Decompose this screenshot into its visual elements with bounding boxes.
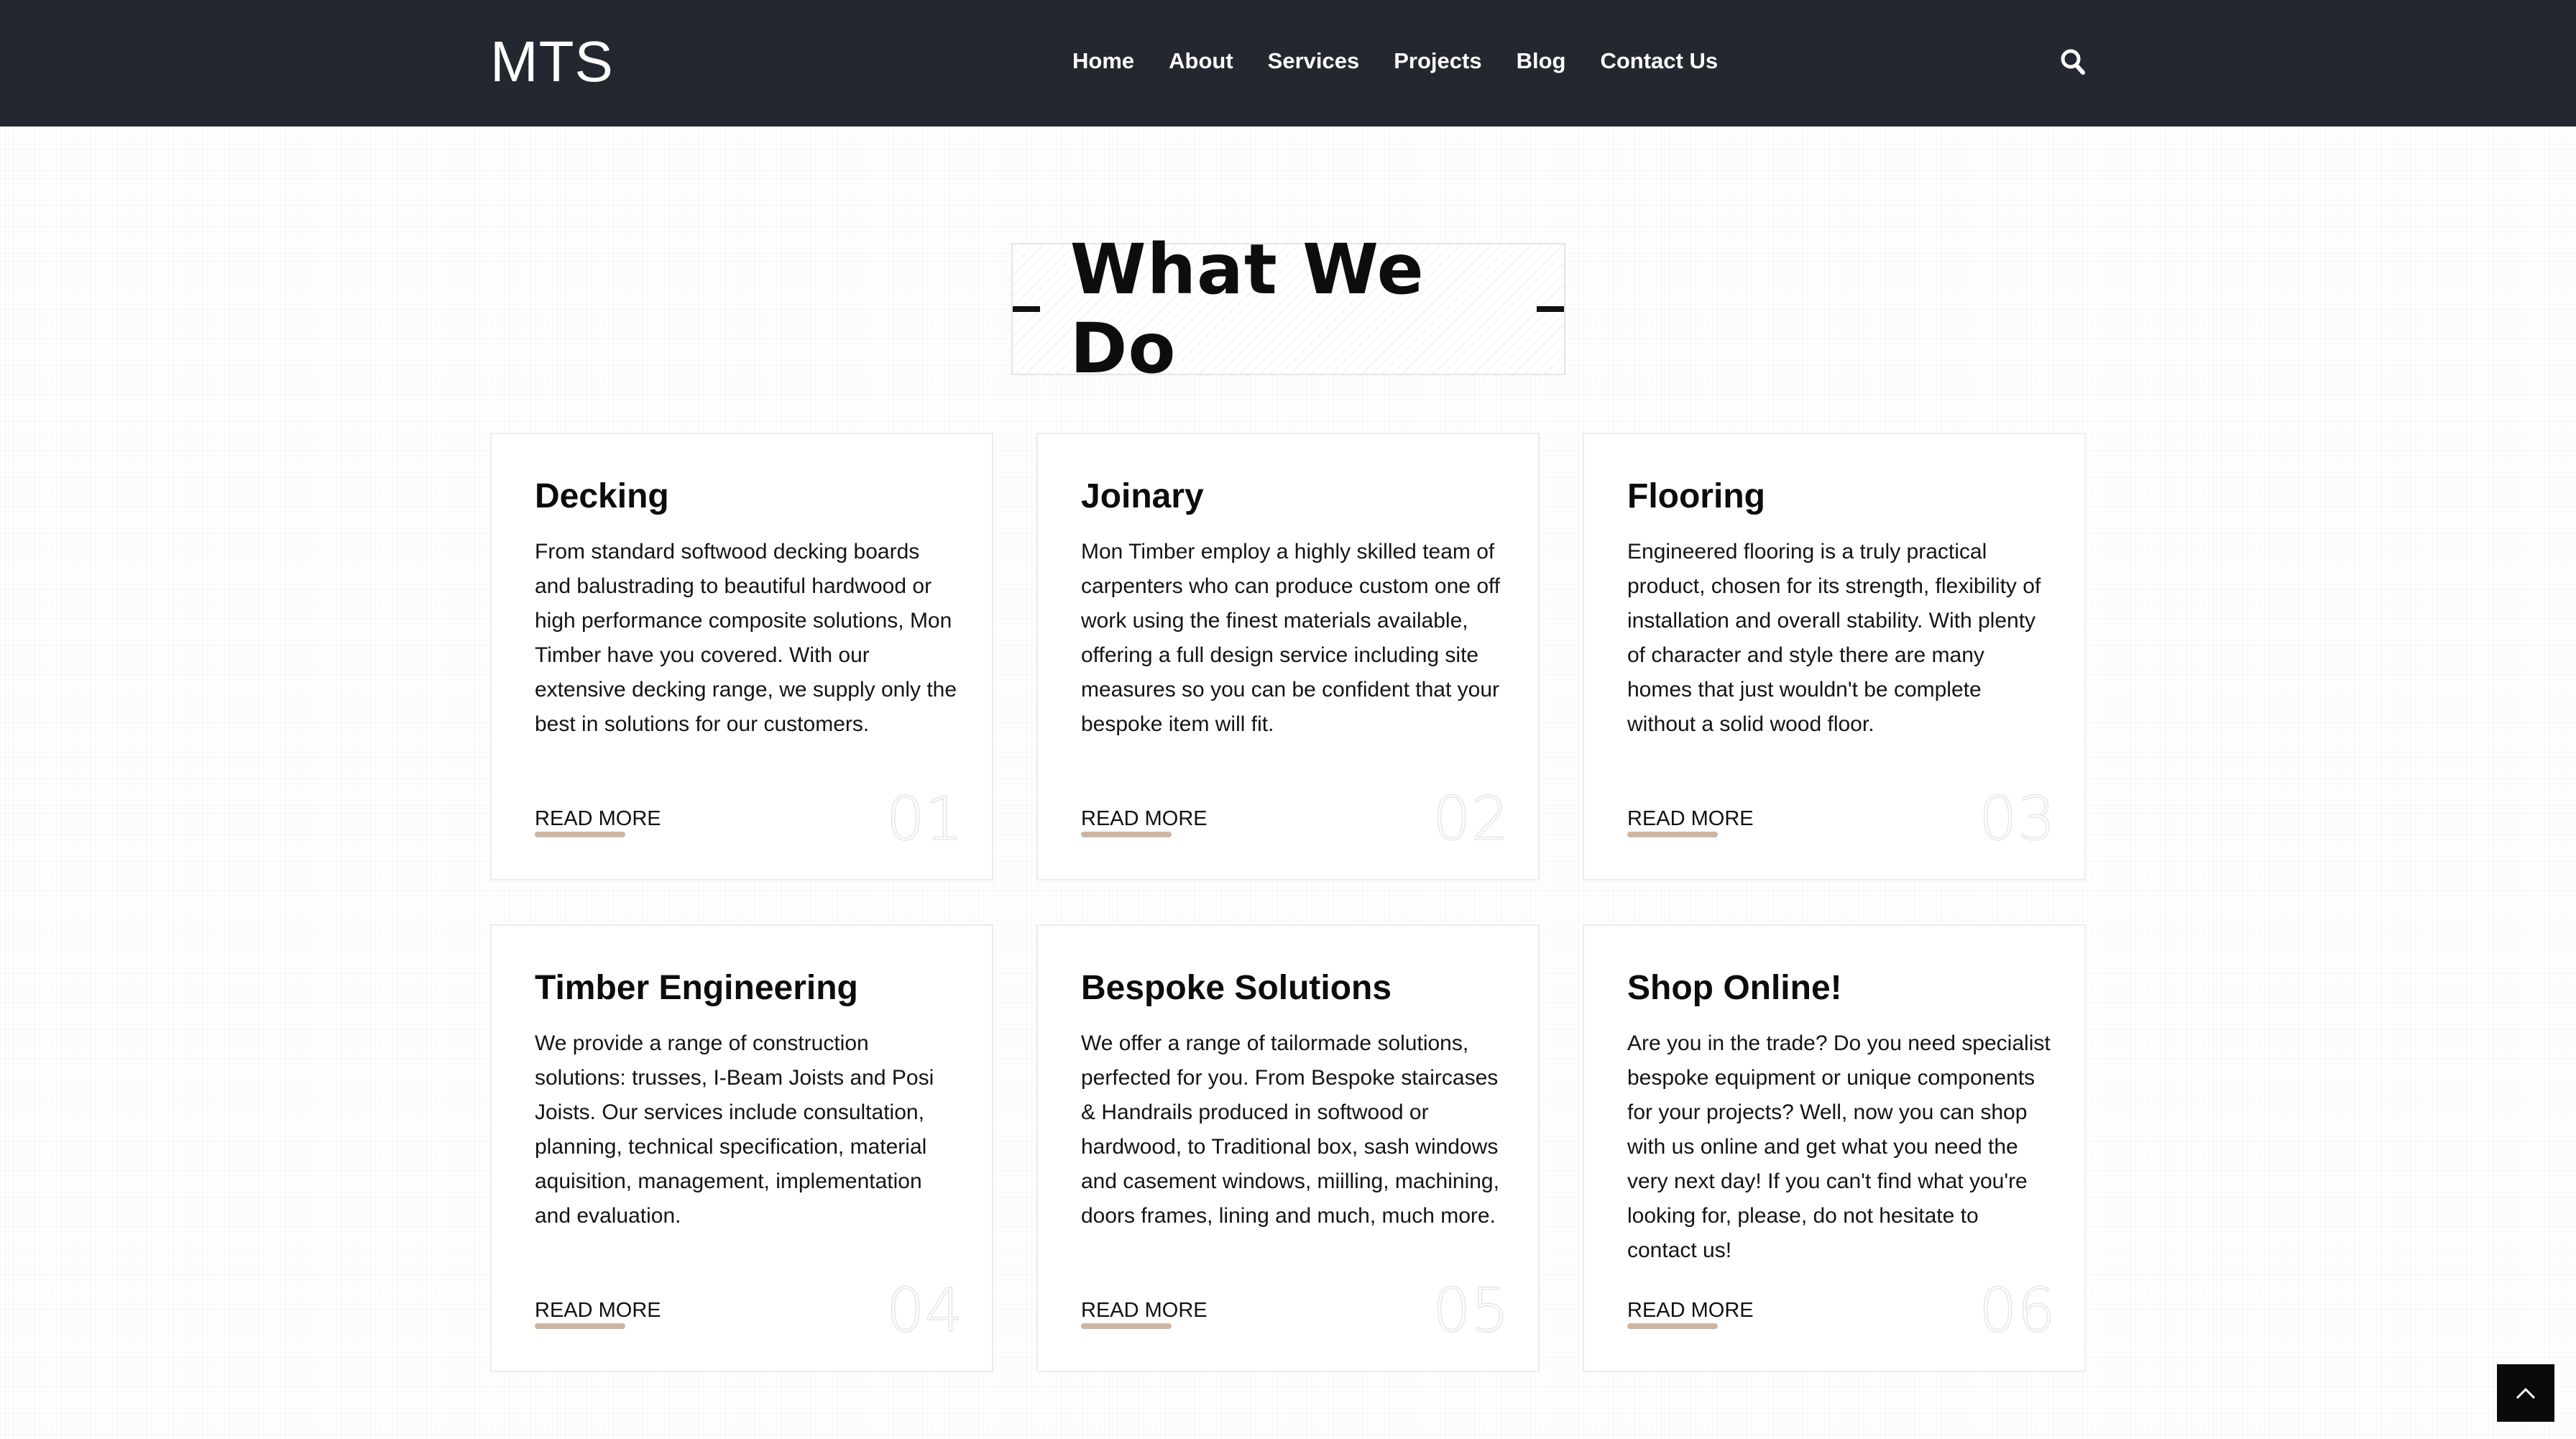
- site-logo[interactable]: MTS: [490, 27, 614, 96]
- read-more-label: READ MORE: [535, 1299, 661, 1322]
- service-card-shop-online: Shop Online! Are you in the trade? Do yo…: [1583, 924, 2086, 1372]
- link-underline: [1081, 1323, 1172, 1329]
- nav-item-services[interactable]: Services: [1268, 43, 1360, 79]
- card-number: 05: [1432, 1275, 1509, 1346]
- service-card-joinary: Joinary Mon Timber employ a highly skill…: [1036, 433, 1540, 881]
- section-title-box: What We Do: [1011, 230, 1565, 388]
- back-to-top-button[interactable]: [2497, 1364, 2554, 1422]
- card-title: Bespoke Solutions: [1081, 969, 1392, 1007]
- card-description: Engineered flooring is a truly practical…: [1627, 540, 2041, 736]
- read-more-label: READ MORE: [1627, 807, 1754, 830]
- card-number: 01: [886, 783, 963, 854]
- card-title: Flooring: [1627, 477, 1765, 515]
- service-card-bespoke-solutions: Bespoke Solutions We offer a range of ta…: [1036, 924, 1540, 1372]
- nav-item-blog[interactable]: Blog: [1517, 43, 1566, 79]
- chevron-up-icon: [2516, 1387, 2536, 1399]
- link-underline: [535, 1323, 625, 1329]
- main-nav: Home About Services Projects Blog Contac…: [1072, 43, 1752, 79]
- read-more-label: READ MORE: [1081, 807, 1208, 830]
- link-underline: [535, 832, 625, 837]
- read-more-label: READ MORE: [535, 807, 661, 830]
- card-description: Are you in the trade? Do you need specia…: [1627, 1031, 2051, 1262]
- search-icon[interactable]: [2060, 47, 2086, 76]
- link-underline: [1081, 832, 1172, 837]
- read-more-link[interactable]: READ MORE: [1627, 1296, 1754, 1329]
- service-card-timber-engineering: Timber Engineering We provide a range of…: [490, 924, 993, 1372]
- read-more-label: READ MORE: [1081, 1299, 1208, 1322]
- read-more-label: READ MORE: [1627, 1299, 1754, 1322]
- card-number: 03: [1978, 783, 2056, 854]
- nav-item-home[interactable]: Home: [1072, 43, 1134, 79]
- card-number: 04: [886, 1275, 963, 1346]
- nav-item-projects[interactable]: Projects: [1394, 43, 1481, 79]
- card-description: We offer a range of tailormade solutions…: [1081, 1031, 1499, 1228]
- read-more-link[interactable]: READ MORE: [1081, 804, 1208, 837]
- link-underline: [1627, 832, 1718, 837]
- card-number: 06: [1978, 1275, 2056, 1346]
- card-description: Mon Timber employ a highly skilled team …: [1081, 540, 1501, 736]
- card-description: From standard softwood decking boards an…: [535, 540, 957, 736]
- site-header: MTS Home About Services Projects Blog Co…: [0, 0, 2576, 127]
- title-dash-right: [1537, 306, 1564, 312]
- service-card-flooring: Flooring Engineered flooring is a truly …: [1583, 433, 2086, 881]
- card-title: Joinary: [1081, 477, 1204, 515]
- card-title: Timber Engineering: [535, 969, 858, 1007]
- card-number: 02: [1432, 783, 1509, 854]
- title-dash-left: [1013, 306, 1040, 312]
- section-title: What We Do: [1070, 229, 1425, 389]
- link-underline: [1627, 1323, 1718, 1329]
- read-more-link[interactable]: READ MORE: [535, 804, 661, 837]
- card-title: Decking: [535, 477, 669, 515]
- service-card-decking: Decking From standard softwood decking b…: [490, 433, 993, 881]
- read-more-link[interactable]: READ MORE: [535, 1296, 661, 1329]
- card-title: Shop Online!: [1627, 969, 1842, 1007]
- nav-item-contact-us[interactable]: Contact Us: [1600, 43, 1718, 79]
- nav-item-about[interactable]: About: [1169, 43, 1233, 79]
- read-more-link[interactable]: READ MORE: [1627, 804, 1754, 837]
- card-description: We provide a range of construction solut…: [535, 1031, 934, 1228]
- read-more-link[interactable]: READ MORE: [1081, 1296, 1208, 1329]
